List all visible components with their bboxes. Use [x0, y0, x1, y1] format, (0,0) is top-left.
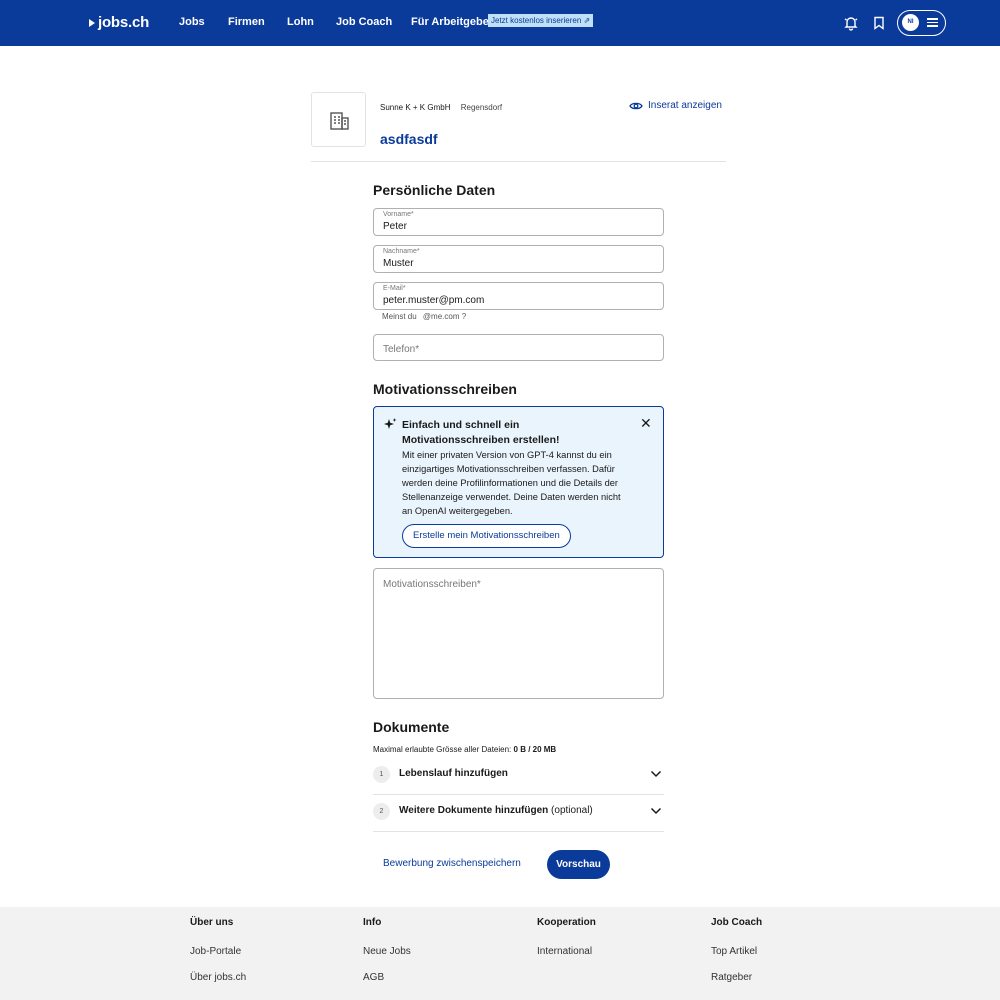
motivation-placeholder: Motivationsschreiben* [383, 579, 481, 590]
jobs-logo[interactable]: jobs.ch [89, 14, 149, 31]
eye-icon [629, 102, 643, 109]
footer-link[interactable]: AGB [363, 972, 411, 998]
top-navigation: jobs.ch Jobs Firmen Lohn Job Coach Für A… [0, 0, 1000, 46]
motivation-textarea[interactable]: Motivationsschreiben* [373, 568, 664, 699]
footer: Über uns Job-Portale Über jobs.ch Info N… [0, 907, 1000, 1000]
job-title[interactable]: asdfasdf [380, 131, 438, 147]
sparkle-icon [384, 418, 397, 429]
view-ad-link[interactable]: Inserat anzeigen [629, 100, 722, 111]
footer-column-job-coach: Job Coach Top Artikel Ratgeber [711, 917, 762, 998]
add-cv-row[interactable]: 1 Lebenslauf hinzufügen [373, 758, 664, 795]
step-number: 2 [373, 803, 390, 820]
company-name: Sunne K + K GmbH [380, 103, 451, 112]
nav-item-lohn[interactable]: Lohn [287, 16, 314, 28]
file-size-label: Maximal erlaubte Grösse aller Dateien: [373, 745, 512, 754]
play-icon [89, 18, 95, 27]
step-number: 1 [373, 766, 390, 783]
save-draft-link[interactable]: Bewerbung zwischenspeichern [383, 858, 521, 869]
ai-letter-banner: ✕ Einfach und schnell ein Motivationssch… [373, 406, 664, 558]
email-suggestion[interactable]: @me.com ? [423, 312, 466, 321]
employer-badge[interactable]: Jetzt kostenlos inserieren ⇗ [488, 14, 594, 27]
first-name-label: Vorname* [383, 211, 414, 218]
job-location: Regensdorf [460, 103, 503, 112]
preview-button[interactable]: Vorschau [547, 850, 610, 879]
email-hint-text: Meinst du [382, 312, 417, 321]
footer-column-cooperation: Kooperation International [537, 917, 596, 972]
footer-link[interactable]: Über jobs.ch [190, 972, 246, 998]
ai-banner-text: Mit einer privaten Version von GPT-4 kan… [402, 450, 621, 516]
logo-text: jobs.ch [98, 14, 150, 31]
footer-heading: Kooperation [537, 917, 596, 928]
chevron-down-icon [650, 770, 662, 778]
footer-link[interactable]: Top Artikel [711, 946, 762, 972]
first-name-field[interactable]: Vorname* Peter [373, 208, 664, 236]
bell-icon[interactable] [843, 15, 859, 31]
chevron-down-icon [650, 807, 662, 815]
footer-link[interactable]: International [537, 946, 596, 972]
view-ad-label: Inserat anzeigen [648, 100, 722, 111]
phone-placeholder: Telefon* [383, 344, 420, 355]
header-divider [311, 161, 726, 162]
footer-link[interactable]: Job-Portale [190, 946, 246, 972]
last-name-label: Nachname* [383, 248, 420, 255]
bookmark-icon[interactable] [871, 15, 887, 31]
nav-item-job-coach[interactable]: Job Coach [336, 16, 392, 28]
add-documents-label: Weitere Dokumente hinzufügen (optional) [399, 805, 593, 816]
email-label: E-Mail* [383, 285, 406, 292]
footer-heading: Info [363, 917, 382, 928]
add-cv-label: Lebenslauf hinzufügen [399, 768, 508, 779]
email-field[interactable]: E-Mail* peter.muster@pm.com [373, 282, 664, 310]
email-hint: Meinst du @me.com ? [382, 312, 466, 321]
nav-item-jobs[interactable]: Jobs [179, 16, 205, 28]
add-documents-row[interactable]: 2 Weitere Dokumente hinzufügen (optional… [373, 795, 664, 832]
phone-field[interactable]: Telefon* [373, 334, 664, 361]
close-icon[interactable]: ✕ [640, 416, 652, 430]
footer-heading: Job Coach [711, 917, 763, 928]
building-icon [330, 112, 349, 130]
documents-heading: Dokumente [373, 719, 450, 735]
email-value: peter.muster@pm.com [383, 295, 485, 306]
footer-link[interactable]: Neue Jobs [363, 946, 411, 972]
nav-item-firmen[interactable]: Firmen [228, 16, 265, 28]
first-name-value: Peter [383, 221, 407, 232]
avatar: NI [902, 14, 919, 31]
last-name-field[interactable]: Nachname* Muster [373, 245, 664, 273]
company-logo [311, 92, 366, 147]
nav-item-arbeitgeber[interactable]: Für Arbeitgeber [411, 16, 493, 28]
user-menu-button[interactable]: NI [897, 10, 946, 36]
hamburger-menu-icon [927, 18, 938, 27]
company-info: Sunne K + K GmbH Regensdorf [380, 103, 502, 112]
file-size-value: 0 B / 20 MB [513, 745, 557, 754]
footer-link[interactable]: Ratgeber [711, 972, 762, 998]
footer-column-info: Info Neue Jobs AGB [363, 917, 411, 998]
footer-heading: Über uns [190, 917, 234, 928]
motivation-heading: Motivationsschreiben [373, 381, 517, 397]
create-letter-button[interactable]: Erstelle mein Motivationsschreiben [402, 524, 571, 548]
file-size-hint: Maximal erlaubte Grösse aller Dateien: 0… [373, 745, 556, 754]
personal-data-heading: Persönliche Daten [373, 182, 496, 198]
last-name-value: Muster [383, 258, 414, 269]
application-page: jobs.ch Jobs Firmen Lohn Job Coach Für A… [0, 0, 1000, 1000]
ai-banner-title: Einfach und schnell ein Motivationsschre… [402, 419, 560, 446]
footer-column-about: Über uns Job-Portale Über jobs.ch [190, 917, 246, 998]
